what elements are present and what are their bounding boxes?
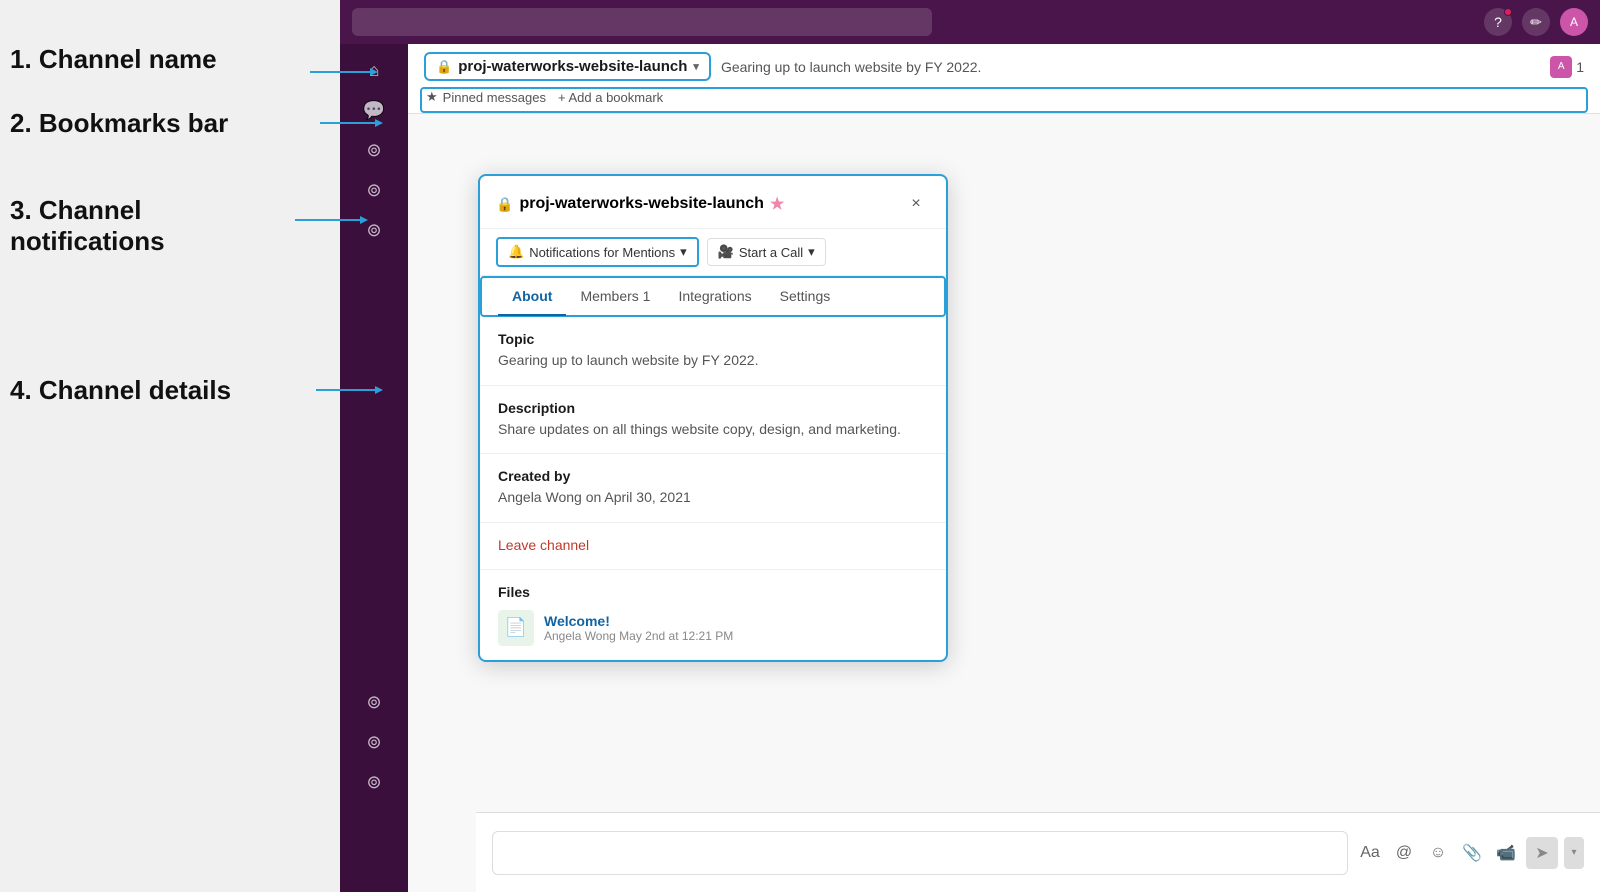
- member-count[interactable]: A 1: [1550, 56, 1584, 78]
- annotation-3: 3. Channelnotifications: [10, 195, 165, 257]
- channel-name-row: 🔒 proj-waterworks-website-launch ▾ Geari…: [424, 52, 1584, 81]
- video-call-button[interactable]: 📹: [1492, 839, 1520, 867]
- member-avatar: A: [1550, 56, 1572, 78]
- file-meta: Angela Wong May 2nd at 12:21 PM: [544, 629, 733, 643]
- description-value: Share updates on all things website copy…: [498, 420, 928, 440]
- leave-channel-section: Leave channel: [480, 523, 946, 570]
- description-label: Description: [498, 400, 928, 416]
- description-section: Description Share updates on all things …: [480, 386, 946, 455]
- notifications-label: Notifications for Mentions: [529, 245, 675, 260]
- sidebar-icon-home[interactable]: ⌂: [356, 52, 392, 88]
- send-button[interactable]: ➤: [1526, 837, 1558, 869]
- panel-actions: 🔔 Notifications for Mentions ▾ 🎥 Start a…: [480, 229, 946, 276]
- panel-title: 🔒 proj-waterworks-website-launch ★: [496, 194, 784, 214]
- channel-name-pill[interactable]: 🔒 proj-waterworks-website-launch ▾: [424, 52, 711, 81]
- star-icon[interactable]: ★: [770, 194, 784, 214]
- compose-icon[interactable]: ✏: [1522, 8, 1550, 36]
- tab-settings[interactable]: Settings: [766, 278, 845, 316]
- files-label: Files: [498, 584, 928, 600]
- files-section: Files 📄 Welcome! Angela Wong May 2nd at …: [480, 570, 946, 660]
- sidebar-icon-settings3[interactable]: ⊚: [356, 764, 392, 800]
- bookmarks-bar: ★ Pinned messages + Add a bookmark: [420, 87, 1588, 113]
- topic-section: Topic Gearing up to launch website by FY…: [480, 317, 946, 386]
- channel-name: proj-waterworks-website-launch: [458, 58, 687, 75]
- annotation-1: 1. Channel name: [10, 44, 217, 75]
- attach-button[interactable]: 📎: [1458, 839, 1486, 867]
- pinned-label: Pinned messages: [443, 90, 546, 105]
- main-content: 🔒 proj-waterworks-website-launch ▾ Geari…: [408, 44, 1600, 892]
- panel-tabs: About Members 1 Integrations Settings: [480, 276, 946, 317]
- message-toolbar: Aa @ ☺ 📎 📹 ➤ ▾: [1356, 837, 1584, 869]
- sidebar-icon-messages[interactable]: 💬: [356, 92, 392, 128]
- file-info: Welcome! Angela Wong May 2nd at 12:21 PM: [544, 613, 733, 643]
- member-count-number: 1: [1576, 59, 1584, 75]
- sidebar-icon-mentions[interactable]: ⊚: [356, 132, 392, 168]
- tab-members[interactable]: Members 1: [566, 278, 664, 316]
- tab-about[interactable]: About: [498, 278, 566, 316]
- panel-body: Topic Gearing up to launch website by FY…: [480, 317, 946, 660]
- tab-integrations[interactable]: Integrations: [664, 278, 765, 316]
- content-area: ⌂ 💬 ⊚ ⊚ ⊚ ⊚ ⊚ ⊚ 🔒 proj-waterworks-websit…: [340, 44, 1600, 892]
- notifications-chevron: ▾: [680, 244, 687, 260]
- sidebar-icon-nav1[interactable]: ⊚: [356, 172, 392, 208]
- call-chevron: ▾: [808, 244, 815, 260]
- sidebar: ⌂ 💬 ⊚ ⊚ ⊚ ⊚ ⊚ ⊚: [340, 44, 408, 892]
- bell-icon: 🔔: [508, 244, 524, 260]
- pin-icon: ★: [426, 89, 438, 105]
- created-by-label: Created by: [498, 468, 928, 484]
- panel-lock-icon: 🔒: [496, 196, 513, 213]
- search-bar[interactable]: [352, 8, 932, 36]
- annotation-2: 2. Bookmarks bar: [10, 108, 228, 139]
- start-call-button[interactable]: 🎥 Start a Call ▾: [707, 238, 826, 266]
- created-by-value: Angela Wong on April 30, 2021: [498, 488, 928, 508]
- help-icon[interactable]: ?: [1484, 8, 1512, 36]
- topic-value: Gearing up to launch website by FY 2022.: [498, 351, 928, 371]
- app-container: ? ✏ A ⌂ 💬 ⊚ ⊚ ⊚ ⊚ ⊚ ⊚: [340, 0, 1600, 892]
- user-avatar[interactable]: A: [1560, 8, 1588, 36]
- top-bar-right: ? ✏ A: [1484, 8, 1588, 36]
- file-item: 📄 Welcome! Angela Wong May 2nd at 12:21 …: [498, 610, 928, 646]
- notifications-button[interactable]: 🔔 Notifications for Mentions ▾: [496, 237, 699, 267]
- message-input[interactable]: [492, 831, 1348, 875]
- file-icon: 📄: [498, 610, 534, 646]
- channel-dropdown-icon: ▾: [693, 60, 699, 73]
- notification-badge: [1504, 8, 1512, 16]
- sidebar-icon-settings1[interactable]: ⊚: [356, 684, 392, 720]
- text-format-button[interactable]: Aa: [1356, 839, 1384, 867]
- lock-icon: 🔒: [436, 59, 452, 75]
- start-call-label: Start a Call: [739, 245, 803, 260]
- sidebar-icon-nav2[interactable]: ⊚: [356, 212, 392, 248]
- panel-header: 🔒 proj-waterworks-website-launch ★ ×: [480, 176, 946, 229]
- top-bar: ? ✏ A: [340, 0, 1600, 44]
- topic-label: Topic: [498, 331, 928, 347]
- add-bookmark-label: + Add a bookmark: [558, 90, 663, 105]
- file-name[interactable]: Welcome!: [544, 613, 733, 629]
- video-icon: 🎥: [718, 244, 734, 260]
- panel-channel-name: proj-waterworks-website-launch: [519, 195, 764, 213]
- send-dropdown[interactable]: ▾: [1564, 837, 1584, 869]
- channel-details-panel: 🔒 proj-waterworks-website-launch ★ × 🔔 N…: [478, 174, 948, 662]
- annotation-4: 4. Channel details: [10, 375, 231, 406]
- created-by-section: Created by Angela Wong on April 30, 2021: [480, 454, 946, 523]
- top-bar-left: [352, 8, 932, 36]
- close-icon: ×: [911, 195, 920, 213]
- channel-topic: Gearing up to launch website by FY 2022.: [721, 59, 1540, 75]
- add-bookmark[interactable]: + Add a bookmark: [558, 90, 663, 105]
- pinned-messages[interactable]: ★ Pinned messages: [426, 89, 546, 105]
- sidebar-icon-settings2[interactable]: ⊚: [356, 724, 392, 760]
- message-input-area: Aa @ ☺ 📎 📹 ➤ ▾: [476, 812, 1600, 892]
- close-button[interactable]: ×: [902, 190, 930, 218]
- leave-channel-link[interactable]: Leave channel: [498, 537, 589, 553]
- emoji-button[interactable]: ☺: [1424, 839, 1452, 867]
- channel-header: 🔒 proj-waterworks-website-launch ▾ Geari…: [408, 44, 1600, 114]
- mention-button[interactable]: @: [1390, 839, 1418, 867]
